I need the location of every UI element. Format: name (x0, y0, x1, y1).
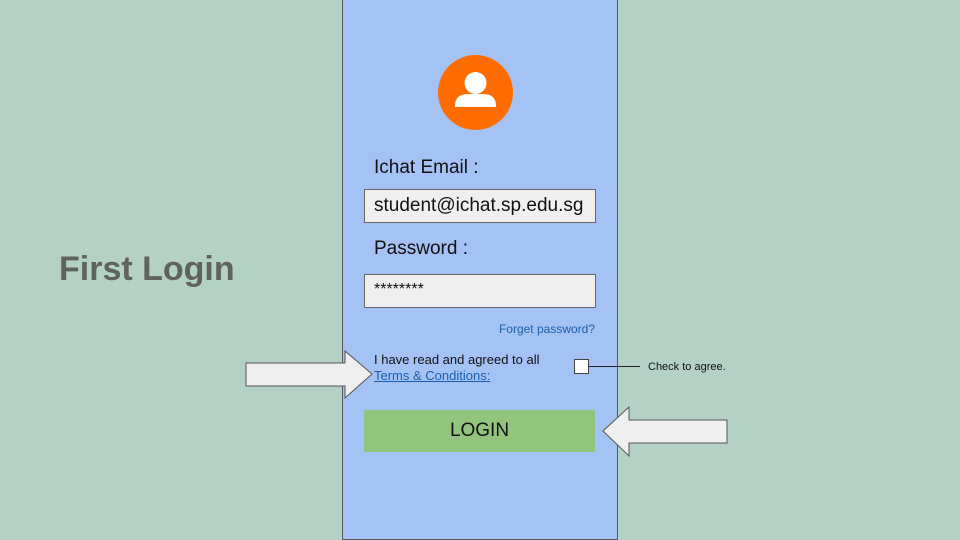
password-label: Password : (374, 238, 468, 259)
checkbox-callout: Check to agree. (648, 361, 726, 373)
agree-text: I have read and agreed to all (374, 352, 540, 367)
email-field[interactable]: student@ichat.sp.edu.sg (364, 189, 596, 223)
slide-title: First Login (59, 250, 235, 288)
email-label: Ichat Email : (374, 157, 479, 178)
login-button[interactable]: LOGIN (364, 410, 595, 452)
user-icon (455, 72, 496, 107)
left-arrow-icon (602, 406, 728, 458)
terms-conditions-link[interactable]: Terms & Conditions: (374, 368, 540, 384)
terms-agreement: I have read and agreed to all Terms & Co… (374, 352, 540, 384)
agree-checkbox[interactable] (574, 359, 589, 374)
forget-password-link[interactable]: Forget password? (499, 322, 595, 336)
password-field[interactable]: ******** (364, 274, 596, 308)
callout-line (589, 366, 640, 367)
user-avatar (438, 55, 513, 130)
right-arrow-icon (245, 350, 373, 400)
login-screen: Ichat Email : student@ichat.sp.edu.sg Pa… (342, 0, 618, 540)
